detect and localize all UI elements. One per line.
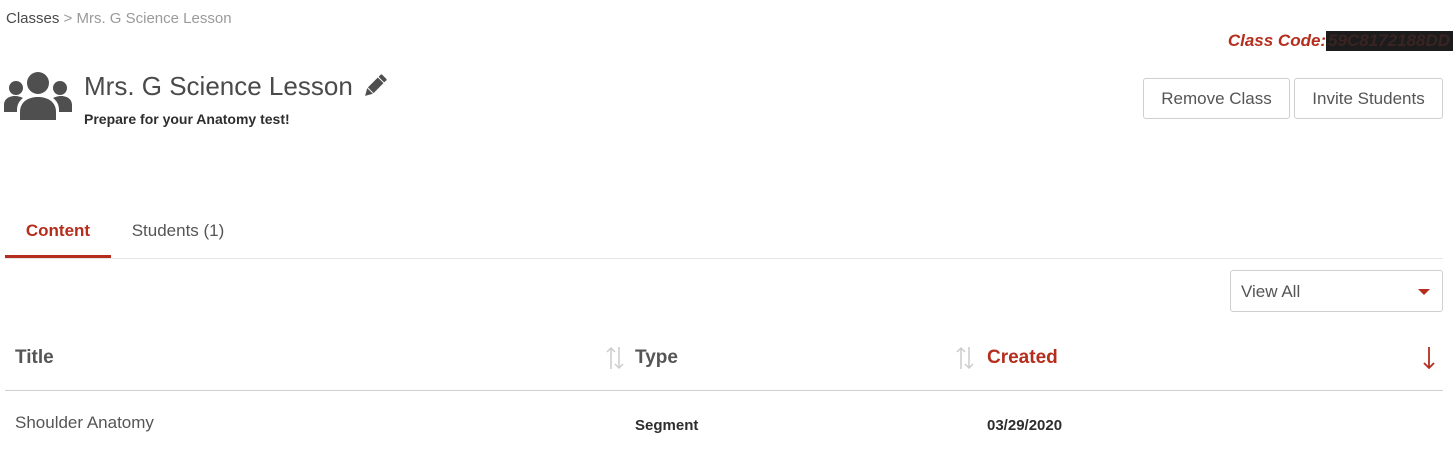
table-header: Title Type Created xyxy=(5,330,1443,391)
page-title: Mrs. G Science Lesson xyxy=(84,71,353,101)
class-code-value[interactable]: 59C8172188DD xyxy=(1326,31,1453,51)
users-group-icon xyxy=(4,72,72,120)
remove-class-button[interactable]: Remove Class xyxy=(1143,78,1290,119)
view-filter-select[interactable]: View All xyxy=(1230,270,1443,312)
table-row[interactable]: Shoulder Anatomy Segment 03/29/2020 xyxy=(5,391,1443,451)
sort-both-icon xyxy=(606,346,624,370)
pencil-icon[interactable] xyxy=(361,72,389,100)
view-filter-value: View All xyxy=(1241,282,1301,301)
column-header-type[interactable]: Type xyxy=(635,345,975,373)
row-type: Segment xyxy=(635,417,699,434)
breadcrumb-current: Mrs. G Science Lesson xyxy=(76,10,232,27)
breadcrumb: Classes > Mrs. G Science Lesson xyxy=(6,10,232,28)
sort-both-icon xyxy=(956,346,974,370)
tab-content[interactable]: Content xyxy=(5,215,111,258)
caret-down-icon xyxy=(1418,289,1430,295)
row-created-date: 03/29/2020 xyxy=(987,417,1063,434)
column-header-type-label: Type xyxy=(635,347,678,368)
column-header-created-label: Created xyxy=(987,347,1058,368)
column-header-title[interactable]: Title xyxy=(15,345,625,373)
invite-students-button[interactable]: Invite Students xyxy=(1294,78,1443,119)
tab-students[interactable]: Students (1) xyxy=(123,215,233,258)
column-header-title-label: Title xyxy=(15,347,54,368)
content-table: Title Type Created Shoulder Anatomy Segm… xyxy=(5,330,1443,451)
tab-bar: Content Students (1) xyxy=(5,215,1443,259)
row-title[interactable]: Shoulder Anatomy xyxy=(15,413,154,433)
breadcrumb-classes-link[interactable]: Classes xyxy=(6,10,59,27)
breadcrumb-separator: > xyxy=(63,10,73,27)
sort-descending-icon xyxy=(1423,347,1435,370)
column-header-created[interactable]: Created xyxy=(987,345,1443,373)
page-subtitle: Prepare for your Anatomy test! xyxy=(84,111,290,127)
class-code-label: Class Code: xyxy=(1227,31,1327,50)
class-code: Class Code: 59C8172188DD xyxy=(1228,31,1453,51)
